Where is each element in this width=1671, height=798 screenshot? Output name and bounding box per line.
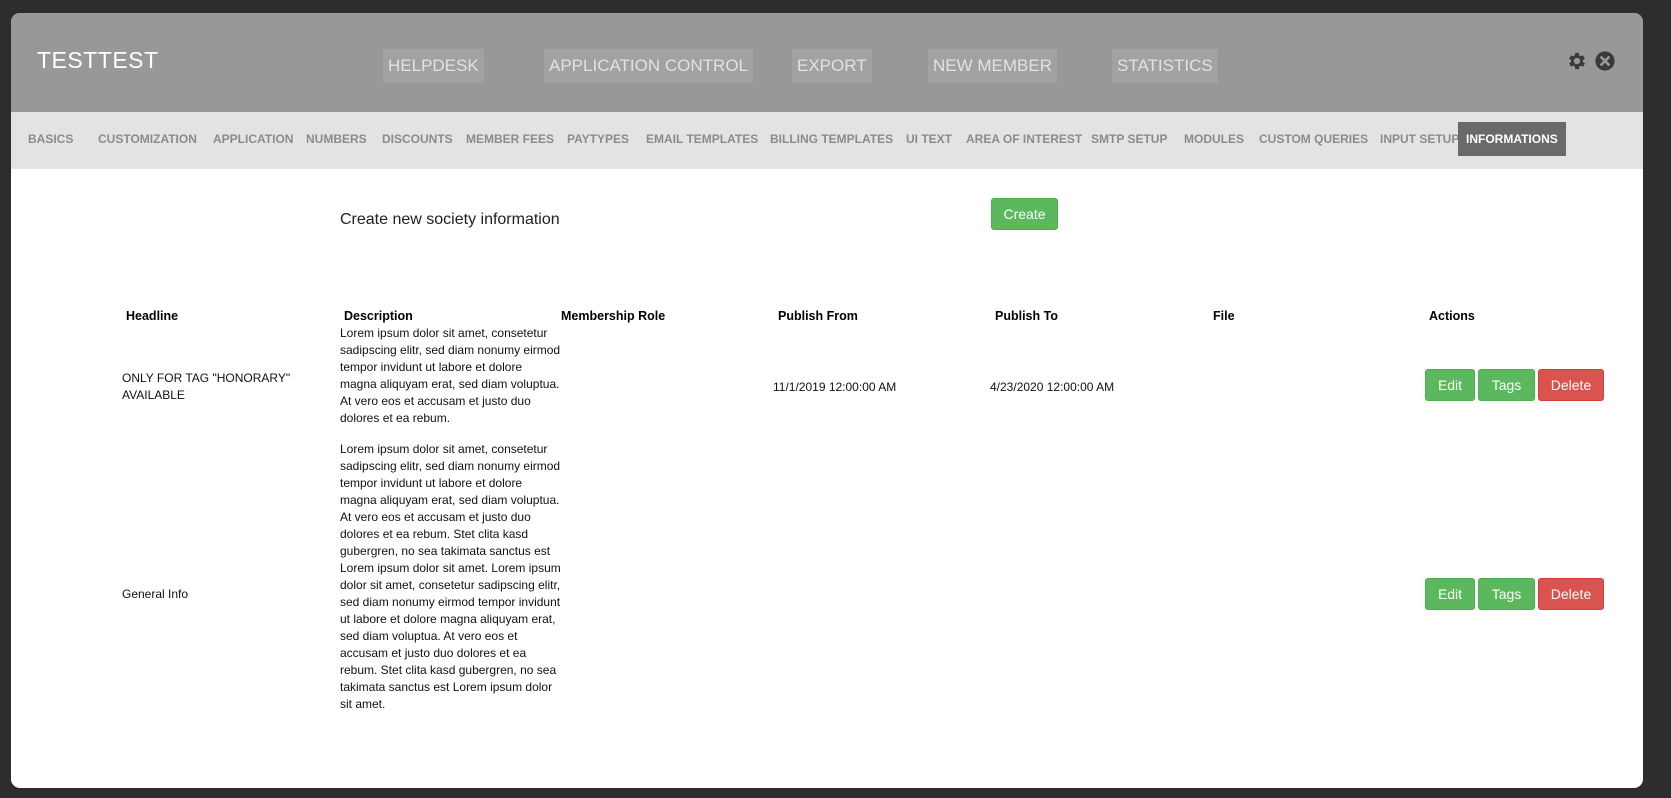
- tab-smtp-setup[interactable]: SMTP SETUP: [1083, 122, 1175, 156]
- nav-item-application-control[interactable]: APPLICATION CONTROL: [544, 49, 753, 83]
- row2-delete-button[interactable]: Delete: [1538, 578, 1604, 610]
- nav-item-statistics[interactable]: STATISTICS: [1112, 49, 1218, 83]
- tab-discounts[interactable]: DISCOUNTS: [374, 122, 461, 156]
- modal-window: TESTTEST HELPDESK APPLICATION CONTROL EX…: [11, 13, 1643, 788]
- tab-area-of-interest[interactable]: AREA OF INTEREST: [958, 122, 1090, 156]
- tab-input-setup[interactable]: INPUT SETUP: [1372, 122, 1467, 156]
- header-description: Description: [344, 309, 413, 323]
- settings-tabs: BASICS CUSTOMIZATION APPLICATION NUMBERS…: [11, 112, 1643, 169]
- tab-modules[interactable]: MODULES: [1176, 122, 1252, 156]
- create-button[interactable]: Create: [991, 198, 1058, 230]
- tab-customization[interactable]: CUSTOMIZATION: [90, 122, 205, 156]
- row1-publish-to: 4/23/2020 12:00:00 AM: [990, 380, 1115, 394]
- header-publish-from: Publish From: [778, 309, 858, 323]
- create-label: Create new society information: [340, 211, 560, 228]
- header-membership-role: Membership Role: [561, 309, 666, 323]
- tab-application[interactable]: APPLICATION: [205, 122, 301, 156]
- tab-numbers[interactable]: NUMBERS: [298, 122, 375, 156]
- header-publish-to: Publish To: [995, 309, 1058, 323]
- gear-icon[interactable]: [1566, 50, 1588, 72]
- row1-edit-button[interactable]: Edit: [1425, 369, 1475, 401]
- tab-ui-text[interactable]: UI TEXT: [898, 122, 960, 156]
- row1-tags-button[interactable]: Tags: [1478, 369, 1535, 401]
- tab-custom-queries[interactable]: CUSTOM QUERIES: [1251, 122, 1376, 156]
- row1-description: Lorem ipsum dolor sit amet, consetetur s…: [340, 326, 561, 425]
- row2-headline: General Info: [122, 587, 189, 601]
- row1-delete-button[interactable]: Delete: [1538, 369, 1604, 401]
- close-circle-icon[interactable]: [1594, 50, 1616, 72]
- header-actions: Actions: [1429, 309, 1475, 323]
- main-nav: HELPDESK APPLICATION CONTROL EXPORT NEW …: [11, 49, 1643, 83]
- tab-email-templates[interactable]: EMAIL TEMPLATES: [638, 122, 766, 156]
- nav-item-helpdesk[interactable]: HELPDESK: [383, 49, 484, 83]
- tab-member-fees[interactable]: MEMBER FEES: [458, 122, 562, 156]
- row2-tags-button[interactable]: Tags: [1478, 578, 1535, 610]
- row1-headline: ONLY FOR TAG "HONORARY" AVAILABLE: [122, 371, 291, 402]
- top-bar: TESTTEST HELPDESK APPLICATION CONTROL EX…: [11, 13, 1643, 112]
- row1-publish-from: 11/1/2019 12:00:00 AM: [773, 380, 897, 394]
- tab-informations[interactable]: INFORMATIONS: [1458, 122, 1566, 156]
- row2-description: Lorem ipsum dolor sit amet, consetetur s…: [340, 442, 561, 711]
- row2-edit-button[interactable]: Edit: [1425, 578, 1475, 610]
- tab-billing-templates[interactable]: BILLING TEMPLATES: [762, 122, 901, 156]
- nav-item-export[interactable]: EXPORT: [792, 49, 872, 83]
- header-headline: Headline: [126, 309, 179, 323]
- top-icons: [1566, 50, 1616, 72]
- tab-paytypes[interactable]: PAYTYPES: [559, 122, 637, 156]
- header-file: File: [1213, 309, 1235, 323]
- nav-item-new-member[interactable]: NEW MEMBER: [928, 49, 1057, 83]
- tab-basics[interactable]: BASICS: [20, 122, 81, 156]
